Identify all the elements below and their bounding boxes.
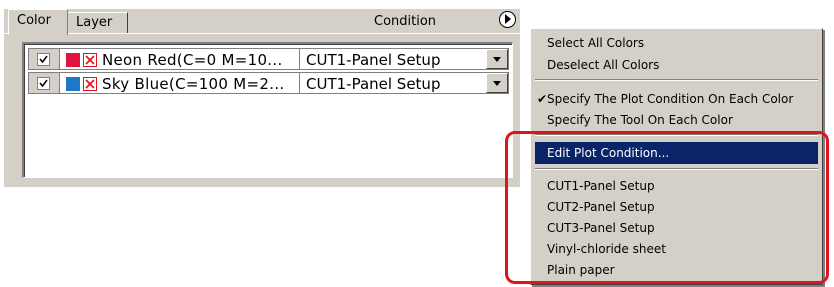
- row-checkbox[interactable]: [37, 53, 50, 66]
- condition-select[interactable]: CUT1-Panel Setup: [300, 48, 509, 70]
- condition-value: CUT1-Panel Setup: [306, 75, 441, 93]
- color-panel: Layer Color Condition Neon Red(C=0 M=10.…: [4, 9, 520, 187]
- menu-arrow-icon: [505, 14, 511, 24]
- condition-dropdown-button[interactable]: [486, 49, 508, 69]
- checkbox-check-icon: [39, 79, 48, 88]
- list-item[interactable]: Neon Red(C=0 M=10... CUT1-Panel Setup: [28, 48, 509, 70]
- checkbox-cell: [28, 72, 60, 94]
- x-box-icon[interactable]: [83, 53, 97, 67]
- menu-separator: [535, 79, 818, 81]
- menu-item-specify-plot-condition[interactable]: ✔ Specify The Plot Condition On Each Col…: [535, 89, 818, 109]
- menu-item-label: Specify The Tool On Each Color: [547, 113, 733, 127]
- list-item[interactable]: Sky Blue(C=100 M=2... CUT1-Panel Setup: [28, 72, 509, 94]
- checkbox-check-icon: [39, 55, 48, 64]
- panel-menu-button[interactable]: [499, 11, 516, 28]
- condition-value: CUT1-Panel Setup: [306, 51, 441, 69]
- checkmark-icon: ✔: [537, 92, 548, 106]
- condition-dropdown-button[interactable]: [486, 73, 508, 93]
- color-list[interactable]: Neon Red(C=0 M=10... CUT1-Panel Setup Sk…: [22, 42, 513, 178]
- menu-item-label: Specify The Plot Condition On Each Color: [547, 92, 794, 106]
- color-name-cell: Neon Red(C=0 M=10...: [60, 48, 300, 70]
- dropdown-arrow-icon: [493, 81, 501, 86]
- condition-select[interactable]: CUT1-Panel Setup: [300, 72, 509, 94]
- color-swatch: [66, 77, 80, 91]
- menu-item-deselect-all-colors[interactable]: Deselect All Colors: [535, 55, 818, 75]
- color-name: Sky Blue(C=100 M=2...: [102, 75, 285, 93]
- tab-strip-divider: [4, 33, 520, 34]
- menu-item-specify-tool[interactable]: Specify The Tool On Each Color: [535, 110, 818, 130]
- color-name-cell: Sky Blue(C=100 M=2...: [60, 72, 300, 94]
- x-box-icon[interactable]: [83, 77, 97, 91]
- menu-item-label: Deselect All Colors: [547, 58, 660, 72]
- condition-column-header: Condition: [374, 14, 437, 29]
- checkbox-cell: [28, 48, 60, 70]
- row-checkbox[interactable]: [37, 77, 50, 90]
- menu-item-label: Select All Colors: [547, 36, 645, 50]
- highlight-callout-frame: [505, 131, 829, 284]
- menu-item-select-all-colors[interactable]: Select All Colors: [535, 33, 818, 53]
- dropdown-arrow-icon: [493, 57, 501, 62]
- color-name: Neon Red(C=0 M=10...: [102, 51, 283, 69]
- tab-color[interactable]: Color: [8, 9, 68, 35]
- tab-layer[interactable]: Layer: [68, 12, 128, 33]
- color-swatch: [66, 53, 80, 67]
